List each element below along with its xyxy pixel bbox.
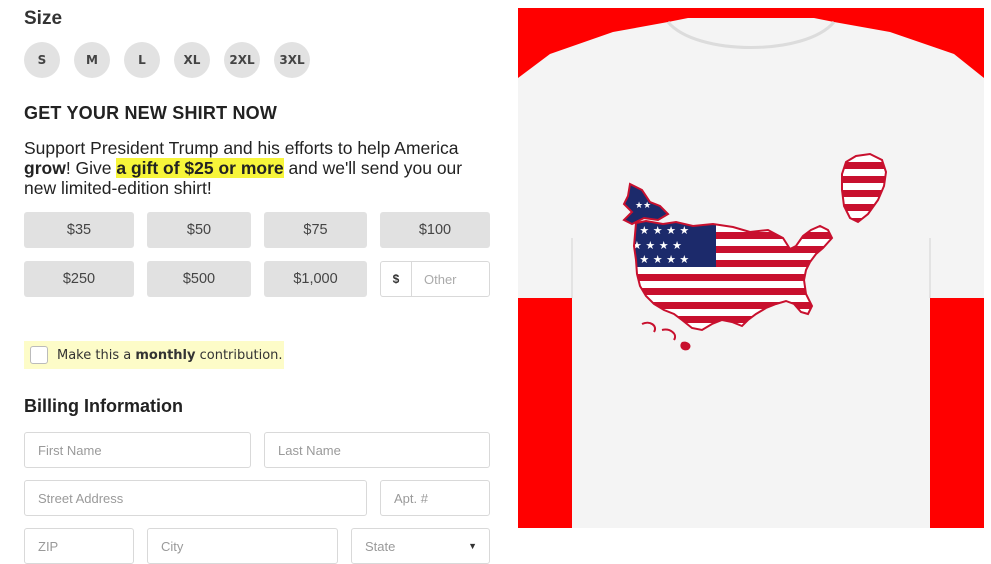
- shirt-product-image: ★ ★ ★ ★ ★ ★ ★ ★ ★ ★ ★ ★ ★ ★ ★★: [518, 8, 984, 528]
- amount-button-250[interactable]: $250: [24, 261, 134, 297]
- monthly-checkbox[interactable]: [30, 346, 48, 364]
- amount-button-1000[interactable]: $1,000: [264, 261, 367, 297]
- last-name-field[interactable]: [264, 432, 490, 468]
- city-field[interactable]: [147, 528, 338, 564]
- offer-bold-word: grow: [24, 158, 66, 178]
- svg-text:★ ★ ★ ★: ★ ★ ★ ★: [632, 239, 682, 252]
- amount-button-35[interactable]: $35: [24, 212, 134, 248]
- other-amount-field: $: [380, 261, 490, 297]
- amount-button-100[interactable]: $100: [380, 212, 490, 248]
- amount-button-75[interactable]: $75: [264, 212, 367, 248]
- size-option-l[interactable]: L: [124, 42, 160, 78]
- size-option-3xl[interactable]: 3XL: [274, 42, 310, 78]
- offer-text: Support President Trump and his efforts …: [24, 138, 463, 198]
- monthly-contribution-option[interactable]: Make this a monthly contribution.: [24, 341, 284, 369]
- size-option-s[interactable]: S: [24, 42, 60, 78]
- other-amount-input[interactable]: [412, 262, 489, 296]
- currency-prefix: $: [381, 262, 412, 296]
- monthly-label: Make this a monthly contribution.: [57, 347, 283, 363]
- svg-text:★★: ★★: [635, 201, 651, 211]
- amount-button-50[interactable]: $50: [147, 212, 251, 248]
- state-select-value: State: [365, 538, 396, 554]
- zip-field[interactable]: [24, 528, 134, 564]
- state-select[interactable]: State ▼: [351, 528, 490, 564]
- apt-field[interactable]: [380, 480, 490, 516]
- size-option-xl[interactable]: XL: [174, 42, 210, 78]
- billing-heading: Billing Information: [24, 396, 183, 416]
- size-option-2xl[interactable]: 2XL: [224, 42, 260, 78]
- size-option-m[interactable]: M: [74, 42, 110, 78]
- offer-highlight: a gift of $25 or more: [116, 158, 284, 178]
- offer-heading: GET YOUR NEW SHIRT NOW: [24, 103, 278, 123]
- chevron-down-icon: ▼: [468, 541, 477, 551]
- first-name-field[interactable]: [24, 432, 251, 468]
- size-heading: Size: [24, 8, 63, 29]
- street-address-field[interactable]: [24, 480, 367, 516]
- amount-button-500[interactable]: $500: [147, 261, 251, 297]
